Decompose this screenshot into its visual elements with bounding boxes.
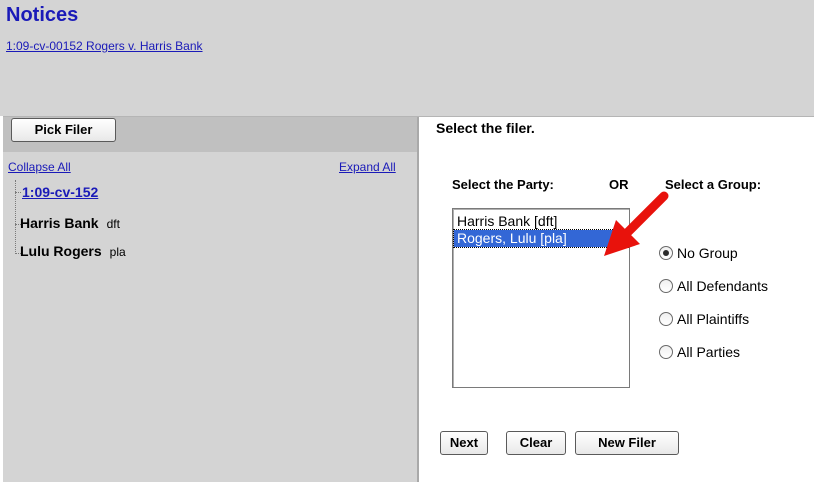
clear-button[interactable]: Clear: [506, 431, 566, 455]
select-filer-panel: Select the filer. Select the Party: OR S…: [419, 117, 814, 482]
party-role: pla: [109, 245, 126, 259]
tree-case-node[interactable]: 1:09-cv-152: [22, 184, 98, 200]
radio-unchecked-icon[interactable]: [659, 312, 673, 326]
tree-connector: [15, 192, 21, 193]
party-role: dft: [106, 217, 120, 231]
radio-unchecked-icon[interactable]: [659, 345, 673, 359]
radio-label: All Parties: [677, 344, 741, 360]
new-filer-button[interactable]: New Filer: [575, 431, 679, 455]
left-toolbar: Pick Filer: [3, 116, 417, 152]
pick-filer-button[interactable]: Pick Filer: [11, 118, 116, 142]
red-arrow-icon: [604, 191, 669, 256]
tree-party-harris-bank[interactable]: Harris Bank dft: [20, 215, 120, 231]
tree-party-lulu-rogers[interactable]: Lulu Rogers pla: [20, 243, 126, 259]
party-name: Harris Bank: [20, 215, 99, 231]
radio-label: All Plaintiffs: [677, 311, 750, 327]
page-title: Notices: [6, 4, 79, 26]
radio-label: No Group: [677, 245, 738, 261]
filer-tree-panel: Pick Filer Collapse All Expand All 1:09-…: [3, 116, 419, 482]
collapse-all-link[interactable]: Collapse All: [8, 160, 71, 174]
page-header: Notices 1:09-cv-00152 Rogers v. Harris B…: [0, 0, 814, 116]
select-party-label: Select the Party:: [452, 177, 554, 192]
party-name: Lulu Rogers: [20, 243, 102, 259]
radio-unchecked-icon[interactable]: [659, 279, 673, 293]
expand-all-link[interactable]: Expand All: [339, 160, 396, 174]
select-group-label: Select a Group:: [665, 177, 762, 192]
radio-label: All Defendants: [677, 278, 769, 294]
next-button[interactable]: Next: [440, 431, 488, 455]
case-link[interactable]: 1:09-cv-00152 Rogers v. Harris Bank: [6, 39, 203, 53]
select-filer-heading: Select the filer.: [436, 120, 535, 136]
